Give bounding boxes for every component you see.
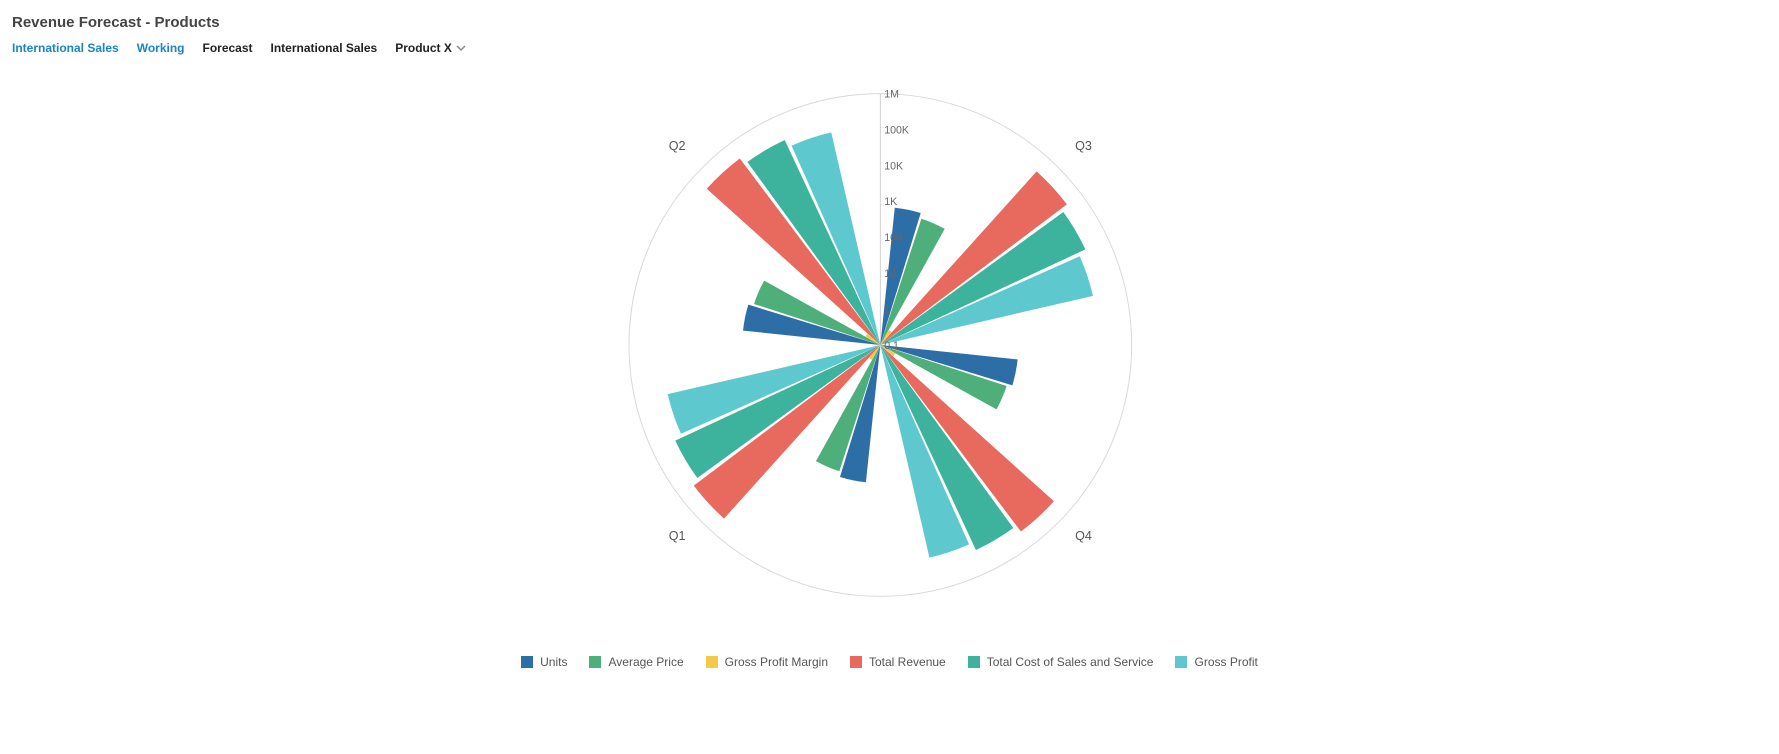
legend-item-avg-price[interactable]: Average Price	[589, 655, 683, 669]
legend-swatch-gpm	[706, 656, 718, 668]
legend-swatch-total-rev	[850, 656, 862, 668]
legend-swatch-units	[521, 656, 533, 668]
legend-label-total-rev: Total Revenue	[869, 655, 946, 669]
crumb-product-dropdown[interactable]: Product X	[395, 41, 466, 55]
radial-tick-0.1: 0.1	[884, 340, 899, 352]
chart-legend: Units Average Price Gross Profit Margin …	[12, 655, 1767, 669]
radial-tick-1K: 1K	[884, 196, 897, 208]
radial-tick-10: 10	[884, 268, 896, 280]
breadcrumb: International Sales Working Forecast Int…	[12, 41, 1767, 55]
crumb-international-sales-1[interactable]: International Sales	[12, 41, 119, 55]
legend-item-tcoss[interactable]: Total Cost of Sales and Service	[968, 655, 1154, 669]
radial-tick-100K: 100K	[884, 124, 909, 136]
legend-label-gpm: Gross Profit Margin	[725, 655, 828, 669]
legend-label-units: Units	[540, 655, 567, 669]
quadrant-label-q1: Q1	[668, 529, 685, 543]
polar-rose-chart: 0.1 1 10 100 1K 10K 100K 1M Q2 Q3 Q4 Q1	[580, 55, 1200, 635]
page-title: Revenue Forecast - Products	[12, 14, 1767, 31]
legend-item-units[interactable]: Units	[521, 655, 567, 669]
quadrant-label-q3: Q3	[1075, 139, 1092, 153]
crumb-working[interactable]: Working	[137, 41, 185, 55]
crumb-forecast: Forecast	[202, 41, 252, 55]
legend-swatch-gp	[1175, 656, 1187, 668]
legend-swatch-tcoss	[968, 656, 980, 668]
crumb-product-label: Product X	[395, 41, 452, 55]
chevron-down-icon	[456, 43, 466, 53]
radial-tick-100: 100	[884, 232, 902, 244]
radial-tick-1M: 1M	[884, 89, 899, 101]
legend-label-tcoss: Total Cost of Sales and Service	[987, 655, 1154, 669]
crumb-international-sales-2: International Sales	[271, 41, 378, 55]
legend-item-gp[interactable]: Gross Profit	[1175, 655, 1257, 669]
radial-tick-1: 1	[884, 304, 890, 316]
legend-swatch-avg-price	[589, 656, 601, 668]
legend-item-total-rev[interactable]: Total Revenue	[850, 655, 946, 669]
legend-label-gp: Gross Profit	[1194, 655, 1257, 669]
legend-item-gpm[interactable]: Gross Profit Margin	[706, 655, 828, 669]
legend-label-avg-price: Average Price	[608, 655, 683, 669]
quadrant-label-q4: Q4	[1075, 529, 1092, 543]
quadrant-label-q2: Q2	[668, 139, 685, 153]
radial-tick-10K: 10K	[884, 160, 903, 172]
